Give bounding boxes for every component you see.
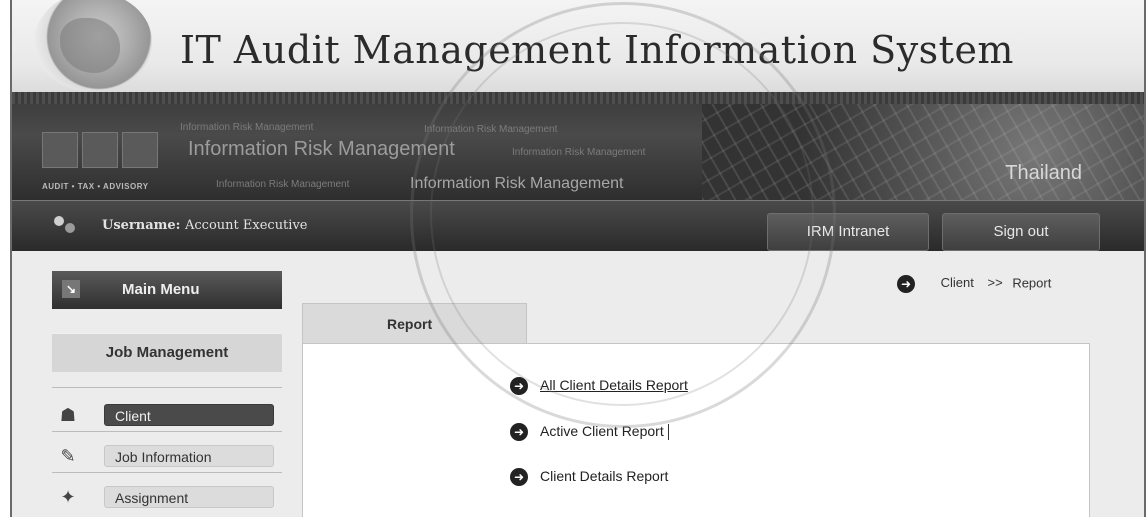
- breadcrumb: ➜ Client >> Report: [897, 275, 1051, 293]
- arrow-right-circle-icon: ➜: [510, 423, 528, 442]
- arrow-right-circle-icon: ➜: [897, 275, 915, 293]
- sidebar-item-assignment[interactable]: ✦ Assignment: [52, 484, 282, 510]
- banner-pattern: [12, 92, 1144, 104]
- brand-mid-text: Information Risk Management: [410, 175, 624, 192]
- arrow-right-circle-icon: ➜: [510, 468, 528, 487]
- user-bar: Username: Account Executive IRM Intranet…: [12, 200, 1144, 251]
- ghost-text: Information Risk Management: [180, 122, 314, 133]
- app-title: IT Audit Management Information System: [180, 28, 1014, 72]
- brand-large-text: Information Risk Management: [188, 138, 455, 160]
- app-window: IT Audit Management Information System A…: [10, 0, 1146, 517]
- username-value: Account Executive: [185, 218, 308, 233]
- report-panel: [302, 343, 1090, 517]
- breadcrumb-separator: >>: [987, 275, 1003, 291]
- country-label: Thailand: [1005, 162, 1082, 184]
- tab-report[interactable]: Report: [302, 303, 527, 343]
- divider: [52, 431, 282, 432]
- banner-artwork: [702, 104, 1144, 200]
- job-information-icon: ✎: [60, 446, 76, 466]
- sidebar: ↘ Main Menu Job Management ☗ Client ✎ Jo…: [52, 251, 282, 517]
- assignment-icon: ✦: [60, 487, 76, 507]
- irm-intranet-button[interactable]: IRM Intranet: [767, 213, 929, 251]
- username-label: Username:: [102, 218, 181, 233]
- main-menu-label: Main Menu: [122, 281, 200, 298]
- divider: [52, 387, 282, 388]
- divider: [52, 472, 282, 473]
- sign-out-button[interactable]: Sign out: [942, 213, 1100, 251]
- client-icon: ☗: [59, 405, 77, 425]
- ghost-text: Information Risk Management: [216, 179, 350, 190]
- main-menu-header[interactable]: ↘ Main Menu: [52, 271, 282, 309]
- brand-banner: AUDIT • TAX • ADVISORY Information Risk …: [12, 92, 1144, 200]
- report-link-label[interactable]: Active Client Report: [540, 423, 664, 439]
- sidebar-item-label[interactable]: Client: [104, 404, 274, 426]
- sidebar-item-client[interactable]: ☗ Client: [52, 402, 282, 428]
- breadcrumb-client[interactable]: Client: [941, 275, 974, 290]
- breadcrumb-page: Report: [1012, 275, 1052, 291]
- ghost-text: Information Risk Management: [424, 124, 558, 135]
- tagline: AUDIT • TAX • ADVISORY: [42, 182, 149, 191]
- username-display: Username: Account Executive: [102, 218, 307, 233]
- client-details-report-link[interactable]: ➜ Client Details Report: [510, 468, 668, 487]
- job-management-header[interactable]: Job Management: [52, 333, 282, 372]
- text-cursor: [667, 424, 669, 441]
- active-client-report-link[interactable]: ➜ Active Client Report: [510, 423, 669, 442]
- report-link-label[interactable]: Client Details Report: [540, 468, 668, 484]
- ghost-text: Information Risk Management: [512, 147, 646, 158]
- logo-blocks: [42, 132, 158, 168]
- sidebar-item-job-information[interactable]: ✎ Job Information: [52, 443, 282, 469]
- sidebar-item-label[interactable]: Assignment: [104, 486, 274, 508]
- arrow-right-circle-icon: ➜: [510, 377, 528, 396]
- report-link-label[interactable]: All Client Details Report: [540, 377, 688, 393]
- users-icon: [54, 216, 76, 236]
- sidebar-item-label[interactable]: Job Information: [104, 445, 274, 467]
- all-client-details-report-link[interactable]: ➜ All Client Details Report: [510, 377, 688, 396]
- arrow-down-right-icon: ↘: [62, 280, 80, 298]
- title-bar: IT Audit Management Information System: [12, 0, 1144, 94]
- content-area: ↘ Main Menu Job Management ☗ Client ✎ Jo…: [12, 251, 1144, 517]
